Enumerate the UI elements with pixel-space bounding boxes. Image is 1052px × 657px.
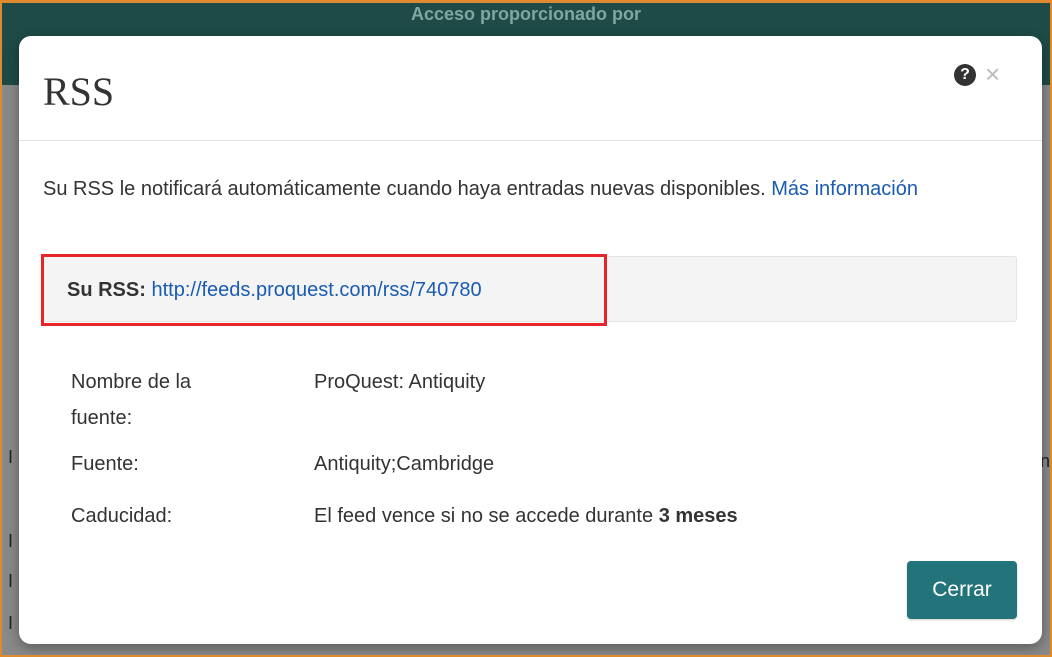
close-button[interactable]: Cerrar (907, 561, 1017, 619)
rss-url-line: Su RSS: http://feeds.proquest.com/rss/74… (67, 279, 482, 302)
background-text-fragment: I (8, 447, 14, 467)
background-text-fragment: I (8, 531, 14, 551)
close-icon[interactable]: × (985, 61, 1000, 87)
expiration-value: El feed vence si no se accede durante 3 … (314, 498, 738, 534)
intro-paragraph: Su RSS le notificará automáticamente cua… (43, 172, 1003, 206)
expiration-label: Caducidad: (71, 505, 173, 527)
access-provided-text: Acceso proporcionado por (410, 4, 642, 24)
source-name-value: ProQuest: Antiquity (314, 371, 486, 393)
background-text-fragment: I (8, 613, 14, 633)
dialog-title: RSS (43, 69, 115, 114)
background-text-fragment: I (8, 571, 14, 591)
help-icon[interactable]: ? (954, 64, 976, 86)
rss-label: Su RSS: (67, 279, 146, 301)
source-name-label: Nombre de la fuente: (71, 371, 192, 429)
expiration-duration: 3 meses (658, 505, 738, 527)
rss-dialog: RSS ? × Su RSS le notificará automáticam… (19, 36, 1042, 644)
source-label: Fuente: (71, 453, 139, 475)
rss-url-link[interactable]: http://feeds.proquest.com/rss/740780 (151, 279, 481, 301)
expiration-text: El feed vence si no se accede durante (314, 505, 654, 527)
source-value: Antiquity;Cambridge (314, 453, 495, 475)
dialog-header: RSS ? × (19, 36, 1042, 141)
intro-text: Su RSS le notificará automáticamente cua… (43, 178, 766, 200)
app-window: Acceso proporcionado por I I I I n RSS ?… (0, 0, 1052, 657)
more-info-link[interactable]: Más información (771, 178, 918, 200)
